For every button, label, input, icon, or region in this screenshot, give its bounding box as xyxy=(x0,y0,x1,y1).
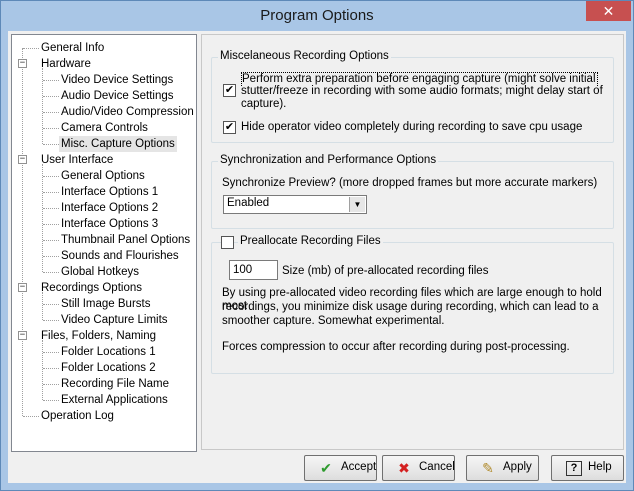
sync-preview-value: Enabled xyxy=(227,197,270,209)
accept-button-label: Accept xyxy=(341,461,377,473)
extra-preparation-label-line3[interactable]: capture). xyxy=(241,98,286,111)
tree-line xyxy=(43,304,59,305)
tree-item-thumbnail-panel-options[interactable]: Thumbnail Panel Options xyxy=(61,232,190,248)
misc-recording-group: Miscelaneous Recording Options ✔ Perform… xyxy=(211,50,614,143)
program-options-window: Program Options ✕ General Info − Hardwar… xyxy=(0,0,634,491)
tree-line xyxy=(42,340,43,400)
close-icon: ✕ xyxy=(602,3,615,19)
hide-operator-video-label[interactable]: Hide operator video completely during re… xyxy=(241,121,582,134)
collapse-icon[interactable]: − xyxy=(18,331,27,340)
accept-button[interactable]: ✔ Accept xyxy=(304,455,377,481)
tree-item-video-capture-limits[interactable]: Video Capture Limits xyxy=(61,312,168,328)
collapse-icon[interactable]: − xyxy=(18,59,27,68)
tree-item-user-interface[interactable]: User Interface xyxy=(41,152,113,168)
sync-performance-group: Synchronization and Performance Options … xyxy=(211,154,614,229)
misc-recording-group-title: Miscelaneous Recording Options xyxy=(218,50,391,62)
apply-button[interactable]: ✎ Apply xyxy=(466,455,539,481)
tree-line xyxy=(43,128,59,129)
tree-line xyxy=(43,208,59,209)
tree-item-recording-file-name[interactable]: Recording File Name xyxy=(61,376,169,392)
tree-line xyxy=(43,192,59,193)
tree-item-folder-locations-1[interactable]: Folder Locations 1 xyxy=(61,344,156,360)
hide-operator-video-checkbox[interactable]: ✔ xyxy=(223,121,236,134)
sync-preview-question: Synchronize Preview? (more dropped frame… xyxy=(222,177,598,189)
cancel-button[interactable]: ✖ Cancel xyxy=(382,455,455,481)
tree-line xyxy=(43,240,59,241)
tree-line xyxy=(43,272,59,273)
close-button[interactable]: ✕ xyxy=(586,1,631,21)
tree-item-folder-locations-2[interactable]: Folder Locations 2 xyxy=(61,360,156,376)
prealloc-description-line3: smoother capture. Somewhat experimental. xyxy=(222,315,445,327)
tree-line xyxy=(43,384,59,385)
tree-item-sounds-and-flourishes[interactable]: Sounds and Flourishes xyxy=(61,248,179,264)
title-bar[interactable]: Program Options ✕ xyxy=(1,1,633,31)
tree-item-interface-options-2[interactable]: Interface Options 2 xyxy=(61,200,158,216)
chevron-down-icon[interactable]: ▼ xyxy=(349,197,365,212)
window-title: Program Options xyxy=(260,7,374,24)
tree-item-recordings-options[interactable]: Recordings Options xyxy=(41,280,142,296)
tree-item-audio-device-settings[interactable]: Audio Device Settings xyxy=(61,88,174,104)
tree-line xyxy=(22,48,23,416)
tree-line xyxy=(23,48,39,49)
tree-item-interface-options-3[interactable]: Interface Options 3 xyxy=(61,216,158,232)
help-button[interactable]: ? Help xyxy=(551,455,624,481)
cancel-button-label: Cancel xyxy=(419,461,455,473)
tree-line xyxy=(43,96,59,97)
tree-item-general-options[interactable]: General Options xyxy=(61,168,145,184)
tree-line xyxy=(43,400,59,401)
cancel-x-icon: ✖ xyxy=(398,460,410,476)
tree-item-video-device-settings[interactable]: Video Device Settings xyxy=(61,72,173,88)
tree-line xyxy=(23,416,39,417)
collapse-icon[interactable]: − xyxy=(18,283,27,292)
preallocate-group-title[interactable]: Preallocate Recording Files xyxy=(238,235,383,247)
extra-preparation-label-line1[interactable]: Perform extra preparation before engagin… xyxy=(241,72,598,86)
prealloc-size-input[interactable]: 100 xyxy=(229,260,278,280)
preallocate-checkbox[interactable] xyxy=(221,236,234,249)
tree-item-files-folders-naming[interactable]: Files, Folders, Naming xyxy=(41,328,156,344)
tree-item-external-applications[interactable]: External Applications xyxy=(61,392,168,408)
extra-preparation-label-line2[interactable]: stutter/freeze in recording with some au… xyxy=(241,85,603,98)
tree-item-interface-options-1[interactable]: Interface Options 1 xyxy=(61,184,158,200)
tree-line xyxy=(43,112,59,113)
options-panel: Miscelaneous Recording Options ✔ Perform… xyxy=(201,34,624,450)
tree-line xyxy=(43,224,59,225)
tree-item-global-hotkeys[interactable]: Global Hotkeys xyxy=(61,264,139,280)
dialog-client-area: General Info − Hardware Video Device Set… xyxy=(8,31,626,483)
tree-item-audio-video-compression[interactable]: Audio/Video Compression xyxy=(61,104,194,120)
tree-item-still-image-bursts[interactable]: Still Image Bursts xyxy=(61,296,150,312)
pencil-icon: ✎ xyxy=(482,460,494,476)
tree-line xyxy=(43,256,59,257)
apply-button-label: Apply xyxy=(503,461,532,473)
tree-item-hardware[interactable]: Hardware xyxy=(41,56,91,72)
tree-line xyxy=(43,144,59,145)
options-tree[interactable]: General Info − Hardware Video Device Set… xyxy=(11,34,197,452)
sync-performance-group-title: Synchronization and Performance Options xyxy=(218,154,439,166)
tree-item-camera-controls[interactable]: Camera Controls xyxy=(61,120,148,136)
prealloc-size-label: Size (mb) of pre-allocated recording fil… xyxy=(282,265,489,277)
checkmark-icon: ✔ xyxy=(320,460,332,476)
help-icon: ? xyxy=(566,461,582,476)
tree-line xyxy=(43,80,59,81)
tree-line xyxy=(43,352,59,353)
prealloc-description-line2: recordings, you minimize disk usage duri… xyxy=(222,301,599,313)
tree-item-misc-capture-options[interactable]: Misc. Capture Options xyxy=(59,136,177,152)
preallocate-group: Preallocate Recording Files 100 Size (mb… xyxy=(211,235,614,374)
tree-line xyxy=(43,368,59,369)
tree-line xyxy=(43,176,59,177)
collapse-icon[interactable]: − xyxy=(18,155,27,164)
prealloc-description-line4: Forces compression to occur after record… xyxy=(222,341,570,353)
tree-item-operation-log[interactable]: Operation Log xyxy=(41,408,114,424)
extra-preparation-checkbox[interactable]: ✔ xyxy=(223,84,236,97)
tree-item-general-info[interactable]: General Info xyxy=(41,40,104,56)
help-button-label: Help xyxy=(588,461,612,473)
tree-line xyxy=(42,292,43,320)
sync-preview-select[interactable]: Enabled ▼ xyxy=(223,195,367,214)
tree-line xyxy=(43,320,59,321)
